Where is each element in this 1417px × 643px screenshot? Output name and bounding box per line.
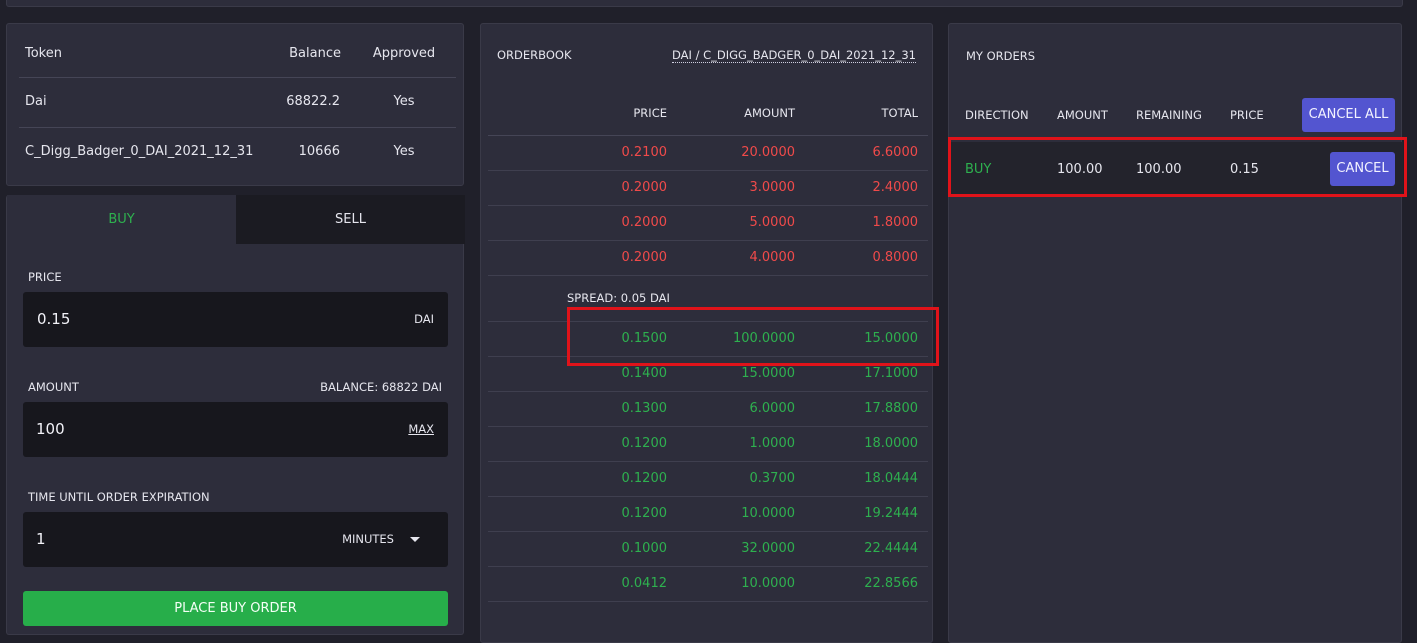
header-remaining: REMAINING: [1136, 108, 1202, 122]
max-button[interactable]: MAX: [408, 402, 434, 457]
token-table-header: Token Balance Approved: [19, 47, 456, 78]
top-bar: [6, 0, 1403, 7]
header-token: Token: [25, 46, 62, 61]
bid-price: 0.1000: [621, 541, 668, 556]
header-balance: Balance: [289, 46, 341, 61]
expiration-label: TIME UNTIL ORDER EXPIRATION: [28, 490, 210, 504]
ask-row[interactable]: 0.2000 4.0000 0.8000: [488, 240, 928, 276]
highlight-box-orderbook: [567, 307, 939, 366]
bid-total: 22.4444: [864, 541, 918, 556]
header-approved: Approved: [372, 46, 436, 61]
bid-row[interactable]: 0.1200 10.0000 19.2444: [488, 496, 928, 532]
ask-amount: 5.0000: [749, 215, 796, 230]
bid-price: 0.1300: [621, 401, 668, 416]
bid-amount: 0.3700: [749, 471, 796, 486]
orderbook-title: ORDERBOOK: [497, 48, 572, 62]
bid-price: 0.1200: [621, 506, 668, 521]
price-unit: DAI: [414, 312, 434, 326]
bid-amount: 6.0000: [749, 401, 796, 416]
bid-price: 0.1200: [621, 471, 668, 486]
expiration-value: 1: [36, 530, 46, 548]
amount-input[interactable]: 100 MAX: [23, 402, 448, 457]
bid-row[interactable]: 0.0412 10.0000 22.8566: [488, 566, 928, 602]
header-amount: AMOUNT: [744, 106, 795, 120]
token-row: Dai 68822.2 Yes: [19, 77, 456, 128]
ask-price: 0.2100: [621, 145, 668, 160]
token-approved: Yes: [393, 94, 415, 109]
ask-amount: 20.0000: [741, 145, 795, 160]
trade-tabs: BUY SELL: [7, 195, 465, 244]
my-orders-panel: MY ORDERS DIRECTION AMOUNT REMAINING PRI…: [948, 23, 1403, 643]
highlight-box-my-order: [948, 137, 1407, 197]
trade-form-panel: BUY SELL PRICE 0.15 DAI AMOUNT BALANCE: …: [6, 195, 465, 635]
ask-amount: 3.0000: [749, 180, 796, 195]
token-balance: 68822.2: [286, 94, 340, 109]
ask-total: 2.4000: [872, 180, 919, 195]
ask-row[interactable]: 0.2100 20.0000 6.6000: [488, 135, 928, 171]
header-direction: DIRECTION: [965, 108, 1029, 122]
header-amount: AMOUNT: [1057, 108, 1108, 122]
ask-row[interactable]: 0.2000 3.0000 2.4000: [488, 170, 928, 206]
header-total: TOTAL: [881, 106, 918, 120]
bid-amount: 10.0000: [741, 506, 795, 521]
expiration-input[interactable]: 1 MINUTES: [23, 512, 448, 567]
ask-total: 1.8000: [872, 215, 919, 230]
place-buy-order-button[interactable]: PLACE BUY ORDER: [23, 591, 448, 626]
token-balances-panel: Token Balance Approved Dai 68822.2 Yes C…: [6, 23, 464, 186]
amount-value: 100: [36, 420, 65, 438]
token-approved: Yes: [393, 144, 415, 159]
ask-total: 6.6000: [872, 145, 919, 160]
bid-total: 18.0444: [864, 471, 918, 486]
my-orders-title: MY ORDERS: [966, 49, 1036, 63]
bid-price: 0.1200: [621, 436, 668, 451]
bid-row[interactable]: 0.1200 0.3700 18.0444: [488, 461, 928, 497]
token-balance: 10666: [298, 144, 340, 159]
tab-sell[interactable]: SELL: [236, 195, 465, 244]
token-name: Dai: [25, 94, 47, 109]
amount-label: AMOUNT: [28, 380, 79, 394]
bid-total: 19.2444: [864, 506, 918, 521]
ask-price: 0.2000: [621, 180, 668, 195]
bid-total: 22.8566: [864, 576, 918, 591]
bid-amount: 10.0000: [741, 576, 795, 591]
tab-buy[interactable]: BUY: [7, 195, 236, 244]
bid-price: 0.0412: [621, 576, 668, 591]
balance-text: BALANCE: 68822 DAI: [320, 380, 442, 394]
expiration-unit-select[interactable]: MINUTES: [342, 512, 394, 567]
bid-row[interactable]: 0.1200 1.0000 18.0000: [488, 426, 928, 462]
cancel-all-button[interactable]: CANCEL ALL: [1302, 98, 1395, 132]
header-price: PRICE: [1230, 108, 1264, 122]
ask-total: 0.8000: [872, 250, 919, 265]
price-input[interactable]: 0.15 DAI: [23, 292, 448, 347]
chevron-down-icon[interactable]: [410, 537, 420, 542]
pair-selector[interactable]: DAI / C_DIGG_BADGER_0_DAI_2021_12_31: [672, 48, 916, 63]
bid-row[interactable]: 0.1000 32.0000 22.4444: [488, 531, 928, 567]
price-value: 0.15: [37, 310, 71, 328]
bid-amount: 32.0000: [741, 541, 795, 556]
orderbook-header: PRICE AMOUNT TOTAL: [488, 91, 928, 136]
ask-row[interactable]: 0.2000 5.0000 1.8000: [488, 205, 928, 241]
bid-amount: 1.0000: [749, 436, 796, 451]
token-name: C_Digg_Badger_0_DAI_2021_12_31: [25, 144, 254, 159]
ask-amount: 4.0000: [749, 250, 796, 265]
header-price: PRICE: [633, 106, 667, 120]
bid-total: 17.8800: [864, 401, 918, 416]
bid-row[interactable]: 0.1300 6.0000 17.8800: [488, 391, 928, 427]
bid-total: 18.0000: [864, 436, 918, 451]
ask-price: 0.2000: [621, 250, 668, 265]
token-row: C_Digg_Badger_0_DAI_2021_12_31 10666 Yes: [19, 127, 456, 177]
price-label: PRICE: [28, 270, 62, 284]
ask-price: 0.2000: [621, 215, 668, 230]
